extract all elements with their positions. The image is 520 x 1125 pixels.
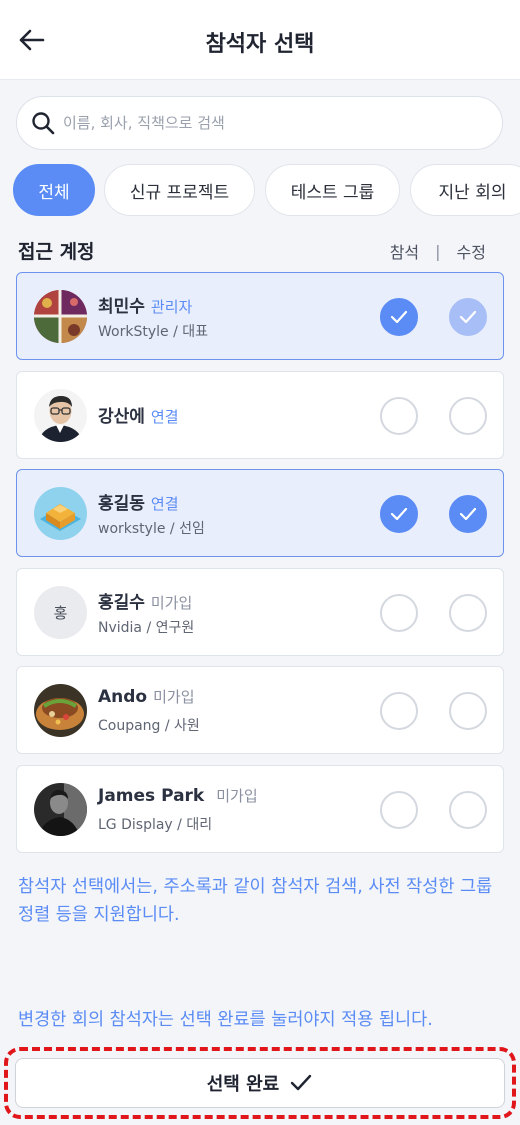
page-title: 참석자 선택 bbox=[205, 32, 315, 57]
check-icon bbox=[390, 507, 408, 521]
apply-note: 변경한 회의 참석자는 선택 완료를 눌러야지 적용 됩니다. bbox=[18, 1010, 433, 1030]
edit-checkbox[interactable] bbox=[449, 397, 487, 435]
participant-card[interactable]: 홍길동 연결 workstyle / 선임 bbox=[16, 469, 504, 557]
participant-card[interactable]: James Park 미가입 LG Display / 대리 bbox=[16, 765, 504, 853]
participant-company-title: WorkStyle / 대표 bbox=[98, 324, 208, 340]
search-icon bbox=[32, 112, 55, 135]
attend-column-label: 참석 bbox=[389, 243, 420, 262]
edit-column-label: 수정 bbox=[456, 243, 486, 262]
participant-name: 강산에 bbox=[98, 407, 145, 427]
isometric-building-photo-icon bbox=[34, 487, 87, 540]
check-icon bbox=[459, 310, 477, 324]
participant-status: 연결 bbox=[150, 495, 179, 513]
participant-card[interactable]: 홍 홍길수 미가입 Nvidia / 연구원 bbox=[16, 568, 504, 656]
edit-checkbox[interactable] bbox=[449, 594, 487, 632]
complete-button-highlight: 선택 완료 bbox=[4, 1047, 516, 1119]
check-icon bbox=[289, 1073, 313, 1093]
filter-chip-new-project[interactable]: 신규 프로젝트 bbox=[104, 164, 255, 216]
avatar bbox=[34, 487, 87, 540]
participant-name: 홍길수 bbox=[98, 593, 145, 613]
participant-company-title: workstyle / 선임 bbox=[98, 521, 205, 537]
search-bar[interactable] bbox=[16, 96, 503, 150]
participant-name-line: 홍길수 미가입 bbox=[98, 588, 192, 613]
attend-checkbox[interactable] bbox=[380, 298, 418, 336]
participant-name-line: 강산에 연결 bbox=[98, 402, 179, 427]
edit-checkbox[interactable] bbox=[449, 495, 487, 533]
participant-company-title: Nvidia / 연구원 bbox=[98, 620, 195, 636]
info-note: 참석자 선택에서는, 주소록과 같이 참석자 검색, 사전 작성한 그룹 정렬 … bbox=[18, 877, 493, 925]
filter-chips: 전체 신규 프로젝트 테스트 그룹 지난 회의 bbox=[0, 164, 520, 220]
participant-name: 최민수 bbox=[98, 297, 145, 317]
participant-status: 미가입 bbox=[153, 688, 195, 706]
edit-checkbox[interactable] bbox=[449, 298, 487, 336]
section-title: 접근 계정 bbox=[18, 241, 95, 263]
complete-button-label: 선택 완료 bbox=[206, 1074, 280, 1095]
participant-card[interactable]: 강산에 연결 bbox=[16, 371, 504, 459]
avatar bbox=[34, 783, 87, 836]
patterned-fabric-photo-icon bbox=[34, 290, 87, 343]
avatar bbox=[34, 290, 87, 343]
man-with-glasses-photo-icon bbox=[34, 389, 87, 442]
participant-status: 미가입 bbox=[216, 787, 258, 805]
column-separator: | bbox=[435, 241, 441, 261]
avatar bbox=[34, 684, 87, 737]
avatar bbox=[34, 389, 87, 442]
complete-selection-button[interactable]: 선택 완료 bbox=[15, 1058, 505, 1108]
search-input[interactable] bbox=[63, 114, 463, 132]
attend-checkbox[interactable] bbox=[380, 594, 418, 632]
participant-card[interactable]: 최민수 관리자 WorkStyle / 대표 bbox=[16, 272, 504, 360]
avatar: 홍 bbox=[34, 586, 87, 639]
attend-checkbox[interactable] bbox=[380, 495, 418, 533]
participant-name: 홍길동 bbox=[98, 494, 145, 514]
participant-name: Ando bbox=[98, 687, 148, 707]
food-dish-photo-icon bbox=[34, 684, 87, 737]
filter-chip-past-meeting[interactable]: 지난 회의 bbox=[410, 164, 520, 216]
participant-status: 미가입 bbox=[150, 594, 193, 612]
participant-card[interactable]: Ando 미가입 Coupang / 사원 bbox=[16, 666, 504, 754]
column-headers: 참석 | 수정 bbox=[390, 239, 486, 263]
attend-checkbox[interactable] bbox=[380, 692, 418, 730]
filter-chip-all[interactable]: 전체 bbox=[13, 164, 95, 216]
participant-name: James Park bbox=[98, 786, 205, 806]
attend-checkbox[interactable] bbox=[380, 791, 418, 829]
filter-chip-test-group[interactable]: 테스트 그룹 bbox=[265, 164, 400, 216]
top-bar: 참석자 선택 bbox=[0, 0, 520, 80]
person-dark-photo-icon bbox=[34, 783, 87, 836]
check-icon bbox=[459, 507, 477, 521]
edit-checkbox[interactable] bbox=[449, 692, 487, 730]
participant-name-line: 홍길동 연결 bbox=[98, 489, 179, 514]
participant-status: 관리자 bbox=[150, 298, 193, 316]
participant-status: 연결 bbox=[150, 408, 179, 426]
participant-company-title: LG Display / 대리 bbox=[98, 817, 213, 833]
participant-name-line: 최민수 관리자 bbox=[98, 292, 192, 317]
participant-company-title: Coupang / 사원 bbox=[98, 718, 200, 734]
check-icon bbox=[390, 310, 408, 324]
edit-checkbox[interactable] bbox=[449, 791, 487, 829]
participant-name-line: James Park 미가입 bbox=[98, 785, 258, 806]
attend-checkbox[interactable] bbox=[380, 397, 418, 435]
participant-name-line: Ando 미가입 bbox=[98, 686, 195, 707]
